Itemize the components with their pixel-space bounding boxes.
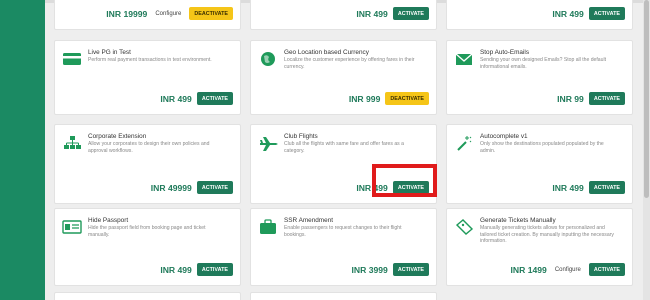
card-title: Geo Location based Currency bbox=[284, 49, 369, 56]
activate-button[interactable]: ACTIVATE bbox=[588, 7, 625, 20]
card-title: Live PG in Test bbox=[88, 49, 131, 56]
activate-button[interactable]: ACTIVATE bbox=[392, 263, 429, 276]
price: INR 499 bbox=[552, 8, 584, 19]
card-description: Club all the flights with same fare and … bbox=[284, 141, 404, 154]
price: INR 3999 bbox=[351, 264, 388, 275]
card-title: Club Flights bbox=[284, 133, 318, 140]
addon-card bbox=[54, 292, 241, 300]
addon-card-generate-tickets: Generate Tickets Manually Manually gener… bbox=[446, 208, 633, 286]
addon-card: INR 499 ACTIVATE bbox=[446, 0, 633, 30]
price: INR 499 bbox=[356, 8, 388, 19]
card-description: Enable passengers to request changes to … bbox=[284, 225, 402, 238]
addon-card-autocomplete: Autocomplete v1 Only show the destinatio… bbox=[446, 124, 633, 204]
price: INR 99 bbox=[557, 93, 584, 104]
card-description: Manually generating tickets allows for p… bbox=[480, 225, 614, 245]
card-description: Localize the customer experience by offe… bbox=[284, 57, 415, 70]
envelope-icon bbox=[454, 50, 474, 68]
scrollbar[interactable] bbox=[643, 0, 650, 300]
deactivate-button[interactable]: DEACTIVATE bbox=[189, 7, 233, 20]
deactivate-button[interactable]: DEACTIVATE bbox=[385, 92, 429, 105]
airplane-icon bbox=[258, 134, 278, 152]
addon-card-live-pg: Live PG in Test Perform real payment tra… bbox=[54, 40, 241, 115]
configure-link[interactable]: Configure bbox=[552, 267, 584, 273]
card-title: Corporate Extension bbox=[88, 133, 147, 140]
suitcase-icon bbox=[258, 218, 278, 236]
card-title: SSR Amendment bbox=[284, 217, 334, 224]
price: INR 499 bbox=[160, 93, 192, 104]
price: INR 499 bbox=[160, 264, 192, 275]
addon-card-hide-passport: Hide Passport Hide the passport field fr… bbox=[54, 208, 241, 286]
card-title: Generate Tickets Manually bbox=[480, 217, 556, 224]
card-description: Perform real payment transactions in tes… bbox=[88, 57, 212, 63]
activate-button[interactable]: ACTIVATE bbox=[392, 7, 429, 20]
org-chart-icon bbox=[62, 134, 82, 152]
ticket-icon bbox=[454, 218, 474, 236]
addon-card: INR 499 ACTIVATE bbox=[250, 0, 437, 30]
card-title: Autocomplete v1 bbox=[480, 133, 528, 140]
activate-button[interactable]: ACTIVATE bbox=[196, 92, 233, 105]
activate-button[interactable]: ACTIVATE bbox=[588, 181, 625, 194]
price: INR 1499 bbox=[510, 264, 547, 275]
addon-card-geo-currency: Geo Location based Currency Localize the… bbox=[250, 40, 437, 115]
highlight-box bbox=[372, 164, 437, 197]
id-card-icon bbox=[62, 218, 82, 236]
activate-button[interactable]: ACTIVATE bbox=[196, 263, 233, 276]
price: INR 499 bbox=[552, 182, 584, 193]
activate-button[interactable]: ACTIVATE bbox=[588, 92, 625, 105]
sidebar bbox=[0, 0, 45, 300]
scrollbar-thumb[interactable] bbox=[644, 0, 649, 198]
globe-icon bbox=[258, 50, 278, 68]
cursor-icon bbox=[454, 134, 474, 152]
addon-card-corporate-extension: Corporate Extension Allow your corporate… bbox=[54, 124, 241, 204]
addon-card bbox=[250, 292, 437, 300]
activate-button[interactable]: ACTIVATE bbox=[196, 181, 233, 194]
addon-card: INR 19999 Configure DEACTIVATE bbox=[54, 0, 241, 30]
addon-card-stop-emails: Stop Auto-Emails Sending your own design… bbox=[446, 40, 633, 115]
price: INR 999 bbox=[348, 93, 381, 104]
configure-link[interactable]: Configure bbox=[152, 11, 184, 17]
activate-button[interactable]: ACTIVATE bbox=[588, 263, 625, 276]
price: INR 19999 bbox=[106, 8, 148, 19]
price: INR 49999 bbox=[150, 182, 192, 193]
card-description: Only show the destinations populated pop… bbox=[480, 141, 604, 154]
card-icon bbox=[62, 50, 82, 68]
card-title: Stop Auto-Emails bbox=[480, 49, 530, 56]
card-title: Hide Passport bbox=[88, 217, 129, 224]
card-description: Allow your corporates to design their ow… bbox=[88, 141, 210, 154]
card-description: Sending your own designed Emails? Stop a… bbox=[480, 57, 607, 70]
card-description: Hide the passport field from booking pag… bbox=[88, 225, 206, 238]
addon-card-ssr-amendment: SSR Amendment Enable passengers to reque… bbox=[250, 208, 437, 286]
